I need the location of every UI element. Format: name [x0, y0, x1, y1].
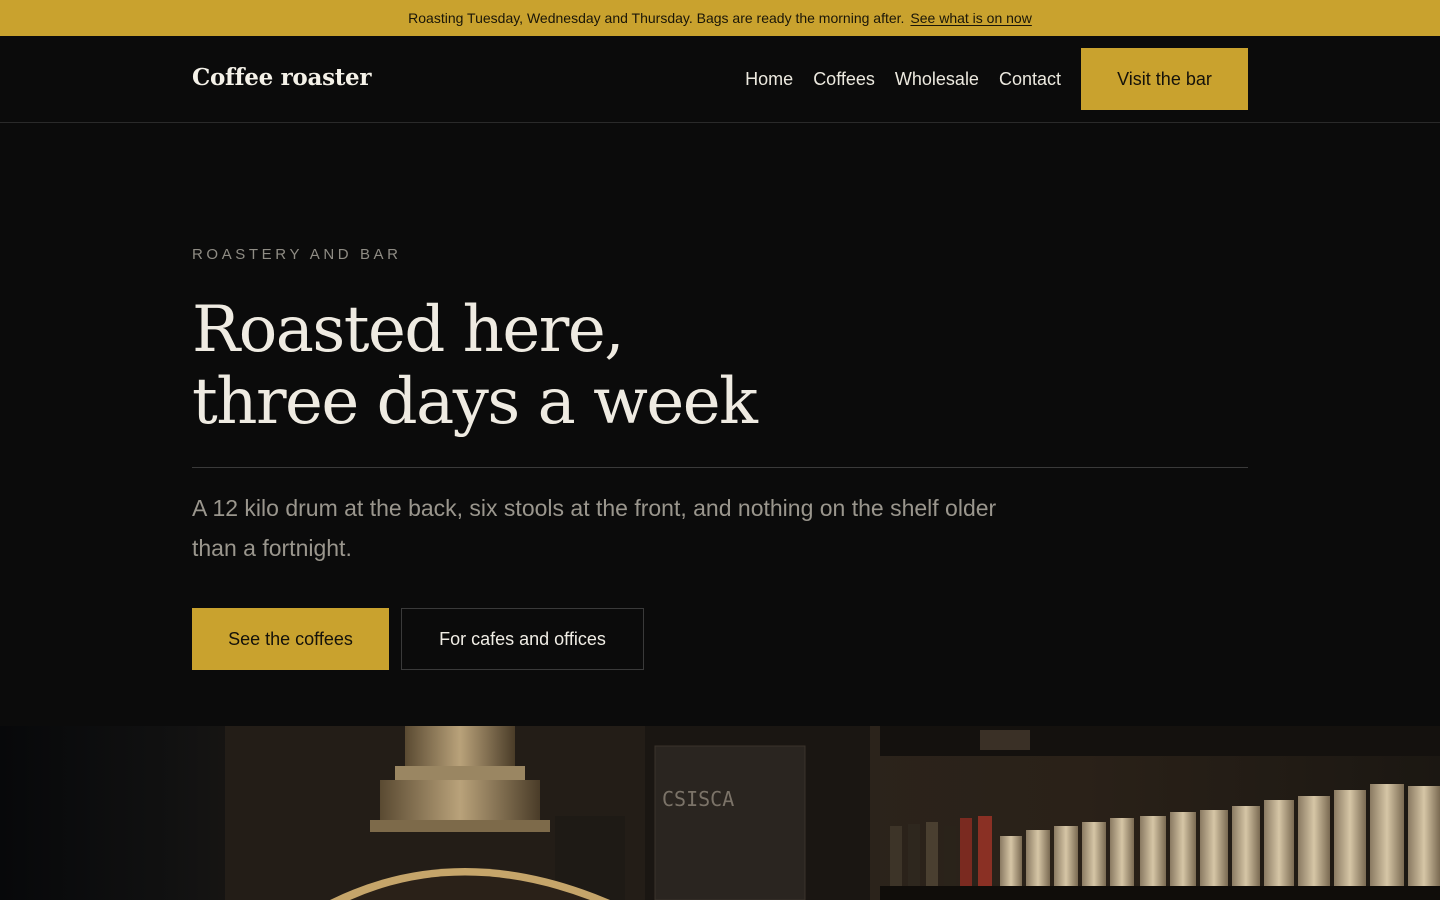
announcement-bar: Roasting Tuesday, Wednesday and Thursday… [0, 0, 1440, 36]
hero-photo: CSISCA [0, 726, 1440, 900]
announcement-message: Roasting Tuesday, Wednesday and Thursday… [408, 10, 905, 26]
hero-headline-line-1: Roasted here, [192, 293, 625, 367]
hero-eyebrow: ROASTERY AND BAR [192, 246, 402, 263]
nav-coffees[interactable]: Coffees [813, 69, 875, 90]
for-cafes-and-offices-button[interactable]: For cafes and offices [401, 608, 644, 670]
site-logo[interactable]: Coffee roaster [192, 64, 372, 91]
nav-contact[interactable]: Contact [999, 69, 1061, 90]
visit-the-bar-button[interactable]: Visit the bar [1081, 48, 1248, 110]
hero-lede: A 12 kilo drum at the back, six stools a… [192, 495, 997, 561]
nav-wholesale[interactable]: Wholesale [895, 69, 979, 90]
photo-sign-text: CSISCA [662, 787, 734, 811]
see-the-coffees-button[interactable]: See the coffees [192, 608, 389, 670]
coffee-bar-photo-illustration: CSISCA [225, 726, 1440, 900]
hero-divider [192, 467, 1248, 468]
site-header: Coffee roaster Home Coffees Wholesale Co… [0, 36, 1440, 123]
announcement-link[interactable]: See what is on now [910, 10, 1031, 26]
nav-home[interactable]: Home [745, 69, 793, 90]
hero-headline-line-2: three days a week [192, 365, 758, 439]
hero-headline: Roasted here, three days a week [192, 294, 1092, 438]
main-nav: Home Coffees Wholesale Contact Visit the… [745, 48, 1248, 110]
